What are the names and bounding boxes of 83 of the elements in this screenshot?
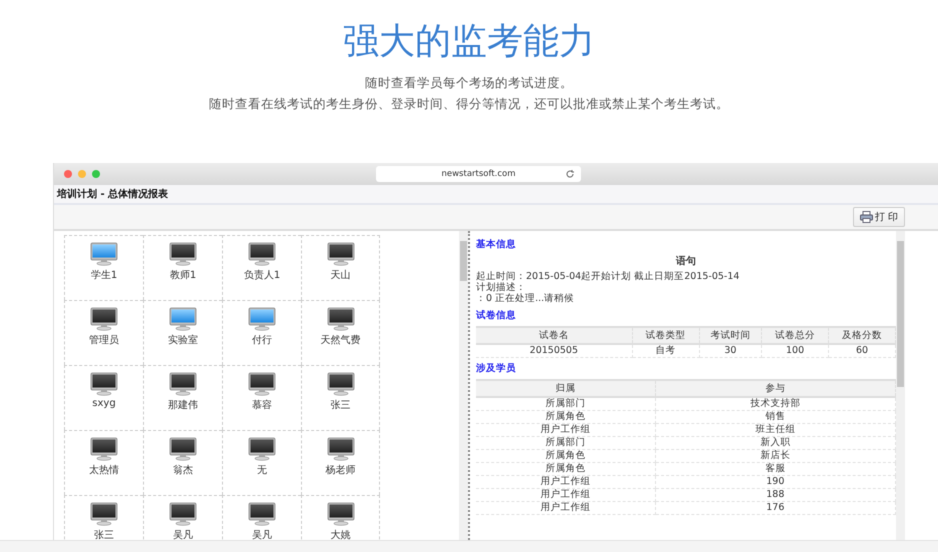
computer-name: 学生1: [90, 268, 118, 282]
monitor-icon[interactable]: [169, 502, 197, 526]
subtitle: 随时查看学员每个考场的考试进度。: [365, 74, 573, 92]
monitor-icon[interactable]: [326, 372, 354, 396]
table-cell: 190: [655, 476, 896, 488]
table-cell: 100: [762, 344, 829, 358]
column-header: 试卷总分: [762, 327, 829, 344]
monitor-icon[interactable]: [326, 307, 354, 331]
app-title: 培训计划 - 总体情况报表: [57, 187, 168, 201]
computer-name: 那建伟: [168, 398, 198, 412]
column-header: 试卷类型: [632, 327, 700, 344]
table-cell: 30: [699, 344, 762, 358]
column-header: 参与: [655, 380, 896, 397]
computer-name: 无: [257, 464, 267, 477]
table-cell: 用户工作组: [476, 424, 656, 436]
table-cell: 销售: [655, 410, 896, 424]
print-button[interactable]: 打 印: [852, 207, 905, 227]
scrollbar[interactable]: [896, 231, 905, 540]
monitor-icon[interactable]: [248, 502, 276, 526]
computer-name: 杨老师: [326, 464, 356, 477]
section-heading: 试卷信息: [476, 310, 517, 322]
monitor-icon[interactable]: [169, 437, 197, 461]
info-line: 起止时间：2015-05-04起开始计划 截止日期至2015-05-14: [476, 271, 740, 282]
monitor-icon[interactable]: [326, 502, 354, 526]
table-cell: 新入职: [655, 436, 896, 450]
monitor-icon[interactable]: [169, 242, 197, 266]
computer-name: 吴凡: [173, 529, 193, 540]
monitor-icon[interactable]: [326, 242, 354, 266]
section-heading: 基本信息: [476, 239, 517, 251]
computer-name: 吴凡: [252, 529, 272, 540]
table-cell: 班主任组: [655, 424, 896, 436]
column-header: 归属: [476, 380, 656, 397]
monitor-icon[interactable]: [248, 242, 276, 266]
table-cell: 技术支持部: [655, 397, 896, 410]
address-bar[interactable]: newstartsoft.com: [376, 166, 581, 182]
computer-name: 张三: [330, 398, 350, 412]
column-header: 考试时间: [699, 327, 762, 344]
computer-name: 实验室: [168, 334, 198, 347]
computer-name: 天山: [330, 268, 350, 282]
computer-name: 慕容: [252, 398, 272, 412]
column-header: 及格分数: [828, 327, 896, 344]
table-cell: 188: [655, 488, 896, 502]
monitor-icon[interactable]: [326, 437, 354, 461]
monitor-icon[interactable]: [90, 502, 118, 526]
computer-name: 教师1: [170, 269, 196, 282]
section-heading: 涉及学员: [476, 363, 517, 375]
computer-name: 负责人1: [244, 268, 280, 282]
table-cell: 20150505: [476, 344, 632, 358]
info-line: ：0 正在处理...请稍候: [476, 293, 576, 304]
table-cell: 所属角色: [476, 450, 656, 462]
computer-name: 翁杰: [173, 464, 193, 477]
table-cell: 客服: [655, 462, 896, 476]
monitor-icon[interactable]: [248, 372, 276, 396]
monitor-icon[interactable]: [90, 307, 118, 331]
computer-name: 大姚: [330, 528, 350, 540]
computer-name: 付行: [252, 334, 272, 347]
monitor-icon[interactable]: [248, 437, 276, 461]
table-cell: 所属部门: [476, 436, 656, 450]
computer-name: 天然气费: [320, 334, 360, 347]
table-cell: 176: [655, 502, 896, 514]
monitor-icon[interactable]: [169, 372, 197, 396]
column-header: 试卷名: [476, 327, 632, 344]
printer-icon: [860, 211, 873, 223]
computer-name: sxyg: [92, 398, 116, 409]
page-title: 强大的监考能力: [343, 20, 595, 64]
subtitle: 随时查看在线考试的考生身份、登录时间、得分等情况，还可以批准或禁止某个考生考试。: [209, 95, 729, 113]
computer-name: 张三: [94, 528, 114, 540]
table-cell: 新店长: [655, 450, 896, 462]
table-cell: 用户工作组: [476, 476, 656, 488]
scrollbar[interactable]: [459, 231, 468, 540]
monitor-icon[interactable]: [90, 437, 118, 461]
reload-icon[interactable]: [565, 169, 575, 179]
table-cell: 用户工作组: [476, 488, 656, 502]
table-cell: 自考: [632, 344, 700, 358]
plan-title: 语句: [674, 255, 697, 268]
computer-name: 管理员: [89, 334, 119, 347]
monitor-icon[interactable]: [90, 372, 118, 396]
table-cell: 所属角色: [476, 410, 656, 424]
table-cell: 所属部门: [476, 397, 656, 410]
table-cell: 所属角色: [476, 462, 656, 476]
computer-name: 太热情: [89, 464, 119, 477]
info-line: 计划描述：: [476, 282, 527, 293]
table-cell: 用户工作组: [476, 502, 656, 514]
